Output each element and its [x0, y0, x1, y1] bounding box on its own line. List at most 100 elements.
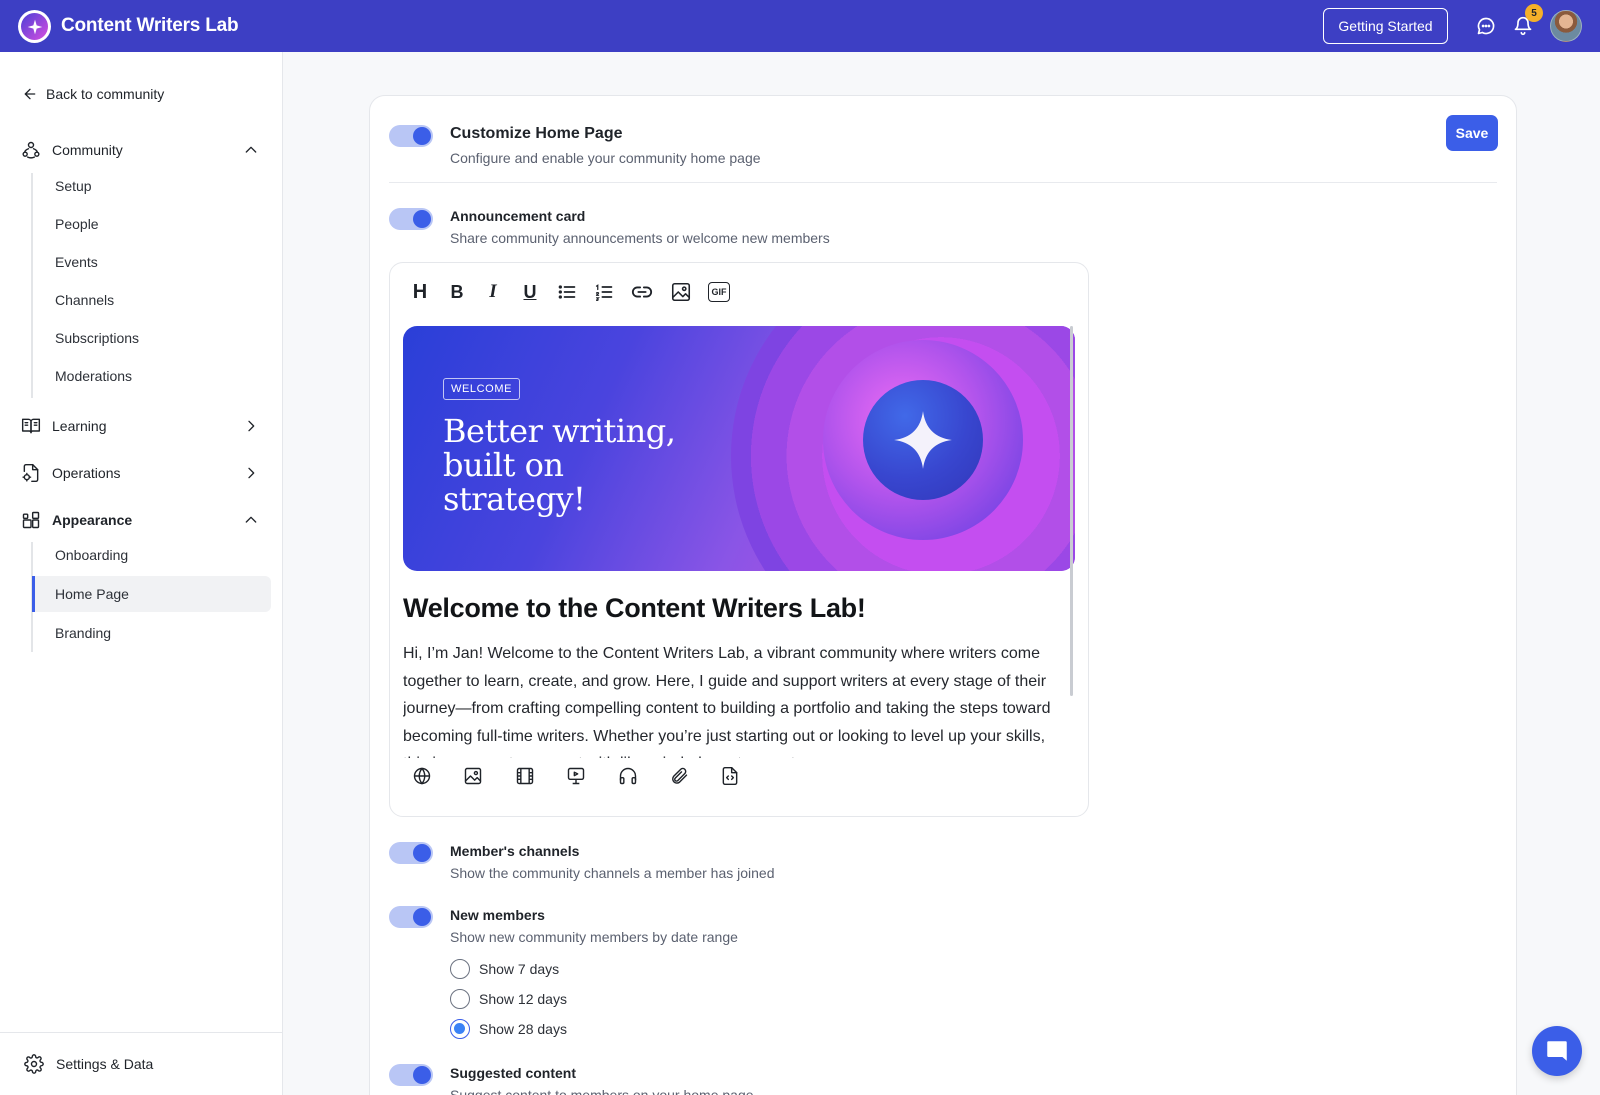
- film-icon: [516, 767, 534, 785]
- radio-show-12-days[interactable]: Show 12 days: [450, 989, 567, 1009]
- suggested-content-desc: Suggest content to members on your home …: [450, 1087, 754, 1095]
- user-avatar[interactable]: [1550, 10, 1582, 42]
- chevron-right-icon: [248, 467, 255, 479]
- insert-image-button[interactable]: [460, 763, 486, 789]
- gif-icon: GIF: [708, 282, 730, 302]
- italic-button[interactable]: I: [480, 279, 506, 305]
- file-settings-icon: [20, 462, 42, 484]
- banner-star-circle: [863, 380, 983, 500]
- back-to-community-link[interactable]: Back to community: [22, 86, 164, 102]
- attach-file-button[interactable]: [666, 763, 692, 789]
- sidebar: Back to community Community Setup People…: [0, 52, 283, 1095]
- support-chat-button[interactable]: [1532, 1026, 1582, 1076]
- top-bar: Content Writers Lab Getting Started 5: [0, 0, 1600, 52]
- link-button[interactable]: [629, 279, 655, 305]
- welcome-banner-image: WELCOME Better writing, built on strateg…: [403, 326, 1075, 571]
- bullet-list-button[interactable]: [554, 279, 580, 305]
- sidebar-item-branding[interactable]: Branding: [32, 615, 271, 651]
- sidebar-item-subscriptions[interactable]: Subscriptions: [32, 320, 271, 356]
- banner-headline: Better writing, built on strategy!: [443, 412, 676, 518]
- chevron-right-icon: [248, 420, 255, 432]
- numbered-list-icon: [595, 284, 613, 301]
- insert-video-button[interactable]: [512, 763, 538, 789]
- globe-button[interactable]: [409, 763, 435, 789]
- announcement-heading[interactable]: Welcome to the Content Writers Lab!: [403, 593, 866, 624]
- home-page-settings-card: Customize Home Page Configure and enable…: [369, 95, 1517, 1095]
- insert-slideshow-button[interactable]: [563, 763, 589, 789]
- settings-and-data-link[interactable]: Settings & Data: [0, 1032, 283, 1095]
- sidebar-item-channels[interactable]: Channels: [32, 282, 271, 318]
- gear-icon: [24, 1054, 44, 1074]
- sidebar-section-learning[interactable]: Learning: [20, 412, 265, 440]
- operations-label: Operations: [52, 465, 121, 481]
- image-icon: [464, 767, 482, 785]
- customize-desc: Configure and enable your community home…: [450, 150, 761, 166]
- suggested-content-title: Suggested content: [450, 1065, 577, 1081]
- customize-home-page-toggle[interactable]: [389, 125, 433, 147]
- announcement-title: Announcement card: [450, 208, 586, 224]
- new-members-title: New members: [450, 907, 545, 923]
- paperclip-icon: [672, 767, 688, 784]
- sidebar-item-events[interactable]: Events: [32, 244, 271, 280]
- members-channels-desc: Show the community channels a member has…: [450, 865, 775, 881]
- radio-label: Show 7 days: [479, 961, 560, 977]
- announcement-editor[interactable]: H B I U GIF WELCOME Better writing, buil…: [389, 262, 1089, 817]
- insert-embed-button[interactable]: [717, 763, 743, 789]
- brand-name[interactable]: Content Writers Lab: [61, 15, 239, 37]
- members-channels-title: Member's channels: [450, 843, 580, 859]
- book-icon: [20, 415, 42, 437]
- underline-button[interactable]: U: [517, 279, 543, 305]
- globe-icon: [413, 767, 431, 785]
- getting-started-button[interactable]: Getting Started: [1323, 8, 1448, 44]
- suggested-content-toggle[interactable]: [389, 1064, 433, 1086]
- bold-button[interactable]: B: [444, 279, 470, 305]
- chat-icon[interactable]: [1474, 14, 1498, 38]
- radio-button[interactable]: [450, 959, 470, 979]
- new-members-desc: Show new community members by date range: [450, 929, 738, 945]
- link-icon: [631, 286, 653, 298]
- heading-button[interactable]: H: [407, 279, 433, 305]
- radio-show-28-days[interactable]: Show 28 days: [450, 1019, 567, 1039]
- welcome-chip: WELCOME: [443, 378, 521, 400]
- appearance-label: Appearance: [52, 512, 133, 528]
- sidebar-item-onboarding[interactable]: Onboarding: [32, 537, 271, 573]
- members-channels-toggle[interactable]: [389, 842, 433, 864]
- radio-button[interactable]: [450, 989, 470, 1009]
- back-link-label: Back to community: [46, 86, 165, 102]
- radio-label: Show 12 days: [479, 991, 567, 1007]
- code-file-icon: [722, 766, 738, 786]
- announcement-card-toggle[interactable]: [389, 208, 433, 230]
- community-icon: [20, 139, 42, 161]
- notification-badge: 5: [1525, 4, 1543, 22]
- editor-scrollbar[interactable]: [1070, 326, 1073, 696]
- numbered-list-button[interactable]: [591, 279, 617, 305]
- radio-show-7-days[interactable]: Show 7 days: [450, 959, 559, 979]
- sidebar-item-people[interactable]: People: [32, 206, 271, 242]
- gif-button[interactable]: GIF: [706, 279, 732, 305]
- radio-label: Show 28 days: [479, 1021, 567, 1037]
- section-divider: [389, 182, 1497, 183]
- insert-audio-button[interactable]: [615, 763, 641, 789]
- brand-logo[interactable]: [18, 10, 51, 43]
- announcement-body[interactable]: Hi, I’m Jan! Welcome to the Content Writ…: [403, 640, 1068, 758]
- headphones-icon: [619, 767, 637, 785]
- customize-title: Customize Home Page: [450, 125, 623, 142]
- new-members-toggle[interactable]: [389, 906, 433, 928]
- sidebar-item-moderations[interactable]: Moderations: [32, 358, 271, 394]
- layout-icon: [20, 509, 42, 531]
- settings-label: Settings & Data: [56, 1056, 154, 1072]
- sidebar-section-operations[interactable]: Operations: [20, 459, 265, 487]
- sidebar-section-community[interactable]: Community: [20, 136, 265, 164]
- sparkle-icon: [894, 411, 952, 469]
- announcement-desc: Share community announcements or welcome…: [450, 230, 830, 246]
- sidebar-item-home-page[interactable]: Home Page: [32, 576, 271, 612]
- sidebar-item-setup[interactable]: Setup: [32, 168, 271, 204]
- sidebar-section-appearance[interactable]: Appearance: [20, 506, 265, 534]
- presentation-play-icon: [567, 767, 585, 785]
- radio-button-selected[interactable]: [450, 1019, 470, 1039]
- learning-label: Learning: [52, 418, 107, 434]
- save-button[interactable]: Save: [1446, 115, 1498, 151]
- community-label: Community: [52, 142, 123, 158]
- arrow-left-icon: [24, 88, 36, 100]
- image-button[interactable]: [668, 279, 694, 305]
